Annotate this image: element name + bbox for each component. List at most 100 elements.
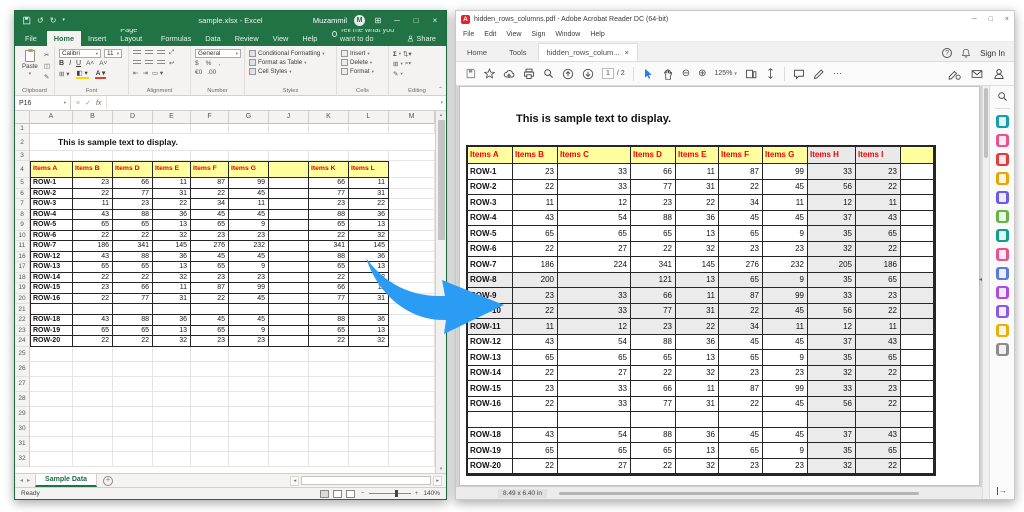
excel-cell[interactable]: 11 bbox=[153, 178, 191, 189]
excel-cell[interactable] bbox=[389, 273, 435, 284]
excel-cell[interactable] bbox=[349, 377, 389, 392]
excel-cell[interactable]: 77 bbox=[113, 189, 153, 200]
excel-cell[interactable] bbox=[309, 452, 349, 467]
excel-vertical-scrollbar[interactable]: ▴ ▾ bbox=[435, 111, 446, 473]
excel-close-button[interactable]: × bbox=[429, 16, 441, 25]
excel-cell[interactable]: 43 bbox=[73, 315, 113, 326]
excel-cell[interactable]: ROW-19 bbox=[30, 326, 73, 337]
excel-row-number[interactable]: 25 bbox=[15, 347, 30, 362]
excel-cell[interactable] bbox=[269, 407, 309, 422]
excel-cell[interactable]: 45 bbox=[191, 252, 229, 263]
excel-row-number[interactable]: 23 bbox=[15, 326, 30, 337]
excel-column-header-B[interactable]: B bbox=[73, 111, 113, 124]
excel-cell[interactable] bbox=[389, 326, 435, 337]
excel-cell[interactable] bbox=[309, 304, 349, 315]
pdf-hscroll-thumb[interactable] bbox=[559, 492, 919, 495]
excel-cell[interactable] bbox=[229, 437, 269, 452]
excel-cell[interactable] bbox=[389, 437, 435, 452]
excel-cell[interactable]: 45 bbox=[229, 189, 269, 200]
send-mail-icon[interactable] bbox=[971, 68, 983, 80]
align-right-icon[interactable] bbox=[157, 60, 165, 66]
cancel-icon[interactable]: × bbox=[76, 100, 80, 107]
excel-cell[interactable]: 45 bbox=[191, 210, 229, 221]
excel-cell[interactable] bbox=[389, 392, 435, 407]
hscroll-left-icon[interactable]: ◂ bbox=[290, 476, 299, 486]
ribbon-display-options-icon[interactable]: ⊞ bbox=[372, 16, 384, 25]
borders-icon[interactable]: ⊞ ▾ bbox=[59, 70, 70, 78]
redo-icon[interactable]: ↻ bbox=[50, 16, 57, 25]
excel-row-number[interactable]: 21 bbox=[15, 304, 30, 315]
excel-cell[interactable] bbox=[389, 283, 435, 294]
excel-cell[interactable] bbox=[269, 392, 309, 407]
excel-cell[interactable] bbox=[309, 392, 349, 407]
menu-window[interactable]: Window bbox=[555, 31, 580, 38]
excel-cell[interactable]: ROW-15 bbox=[30, 283, 73, 294]
excel-cell[interactable] bbox=[349, 452, 389, 467]
excel-cell[interactable] bbox=[269, 326, 309, 337]
excel-cell[interactable]: ROW-14 bbox=[30, 273, 73, 284]
excel-cell[interactable]: Items G bbox=[229, 161, 269, 178]
fill-sign-tool-icon[interactable] bbox=[996, 248, 1009, 261]
excel-cell[interactable]: 36 bbox=[153, 252, 191, 263]
excel-cell[interactable]: 88 bbox=[309, 210, 349, 221]
paste-button[interactable]: Paste▾ bbox=[19, 49, 41, 86]
excel-cell[interactable] bbox=[389, 452, 435, 467]
excel-cell[interactable]: 22 bbox=[191, 189, 229, 200]
excel-cell[interactable] bbox=[349, 124, 389, 134]
name-box[interactable]: P16▾ bbox=[15, 96, 71, 110]
excel-cell[interactable] bbox=[309, 407, 349, 422]
excel-cell[interactable] bbox=[113, 392, 153, 407]
excel-cell[interactable] bbox=[73, 452, 113, 467]
excel-cell[interactable] bbox=[269, 161, 309, 178]
excel-cell[interactable] bbox=[389, 362, 435, 377]
zoom-out-icon[interactable]: − bbox=[361, 490, 365, 497]
excel-cell[interactable]: 32 bbox=[153, 231, 191, 242]
excel-cell[interactable]: 13 bbox=[349, 220, 389, 231]
excel-cell[interactable] bbox=[309, 151, 349, 161]
excel-cell[interactable] bbox=[229, 392, 269, 407]
excel-cell[interactable] bbox=[73, 124, 113, 134]
excel-cell[interactable] bbox=[30, 392, 73, 407]
page-break-view-icon[interactable] bbox=[346, 490, 355, 498]
zoom-out-icon[interactable]: ⊖ bbox=[682, 68, 690, 79]
share-button[interactable]: Share bbox=[397, 31, 446, 46]
create-pdf-tool-icon[interactable] bbox=[996, 153, 1009, 166]
excel-cell[interactable]: 22 bbox=[349, 199, 389, 210]
excel-cell[interactable] bbox=[349, 392, 389, 407]
excel-column-header-E[interactable]: E bbox=[153, 111, 191, 124]
excel-cell[interactable]: 65 bbox=[191, 262, 229, 273]
excel-cell[interactable]: 13 bbox=[153, 326, 191, 337]
excel-cell[interactable]: 77 bbox=[113, 294, 153, 305]
excel-cell[interactable]: 13 bbox=[349, 326, 389, 337]
hscroll-right-icon[interactable]: ▸ bbox=[433, 476, 442, 486]
excel-cell[interactable] bbox=[191, 362, 229, 377]
search-icon[interactable] bbox=[997, 91, 1008, 102]
excel-cell[interactable]: 31 bbox=[349, 189, 389, 200]
italic-button[interactable]: I bbox=[69, 60, 71, 67]
menu-edit[interactable]: Edit bbox=[484, 31, 496, 38]
excel-cell[interactable]: 65 bbox=[73, 220, 113, 231]
excel-cell[interactable] bbox=[73, 362, 113, 377]
tab-formulas[interactable]: Formulas bbox=[154, 31, 198, 46]
excel-row-number[interactable]: 11 bbox=[15, 241, 30, 252]
excel-cell[interactable]: ROW-16 bbox=[30, 294, 73, 305]
excel-cell[interactable]: 99 bbox=[229, 178, 269, 189]
excel-cell[interactable]: 11 bbox=[153, 283, 191, 294]
excel-cell[interactable]: 22 bbox=[113, 273, 153, 284]
excel-cell[interactable]: 145 bbox=[153, 241, 191, 252]
excel-cell[interactable]: 88 bbox=[113, 252, 153, 263]
font-shrink-icon[interactable]: A˅ bbox=[99, 60, 107, 67]
more-tools-icon[interactable]: ⋯ bbox=[833, 68, 843, 79]
tab-close-icon[interactable]: × bbox=[625, 48, 629, 57]
excel-cell[interactable]: 23 bbox=[113, 199, 153, 210]
align-top-icon[interactable] bbox=[133, 50, 141, 56]
excel-cell[interactable]: 23 bbox=[191, 231, 229, 242]
bold-button[interactable]: B bbox=[59, 60, 64, 67]
protect-tool-icon[interactable] bbox=[996, 267, 1009, 280]
acrobat-minimize-button[interactable]: ─ bbox=[972, 16, 977, 23]
excel-cell[interactable] bbox=[389, 315, 435, 326]
excel-row-number[interactable]: 4 bbox=[15, 161, 30, 178]
excel-row-number[interactable]: 26 bbox=[15, 362, 30, 377]
excel-cell[interactable]: 341 bbox=[309, 241, 349, 252]
excel-cell[interactable] bbox=[389, 347, 435, 362]
